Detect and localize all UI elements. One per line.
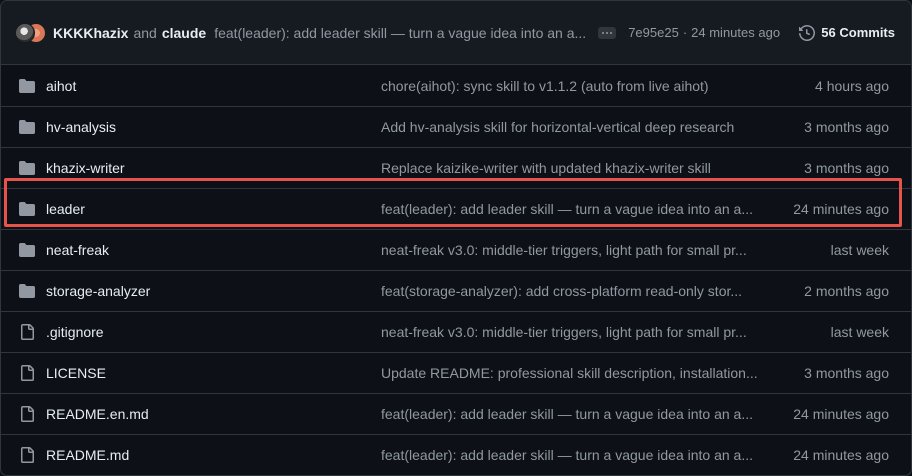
file-name-link[interactable]: .gitignore [46, 324, 381, 340]
separator: · [682, 25, 688, 40]
commits-count: 56 Commits [821, 25, 895, 40]
file-name-link[interactable]: README.en.md [46, 406, 381, 422]
file-row-khazix-writer[interactable]: khazix-writer Replace kaizike-writer with… [1, 147, 911, 188]
file-commit-time: last week [830, 324, 889, 340]
and-text: and [133, 24, 157, 41]
ellipsis-icon[interactable] [598, 26, 617, 39]
commit-time: 24 minutes ago [691, 25, 781, 40]
folder-icon [19, 243, 35, 257]
file-commit-time: 2 months ago [804, 283, 889, 299]
file-name-link[interactable]: khazix-writer [46, 160, 381, 176]
file-name-link[interactable]: aihot [46, 78, 381, 94]
file-commit-message-link[interactable]: Add hv-analysis skill for horizontal-ver… [381, 119, 767, 135]
commit-message-link[interactable]: feat(leader): add leader skill — turn a … [214, 25, 586, 41]
file-row-license[interactable]: LICENSE Update README: professional skill… [1, 352, 911, 393]
file-name-link[interactable]: storage-analyzer [46, 283, 381, 299]
file-commit-message-link[interactable]: chore(aihot): sync skill to v1.1.2 (auto… [381, 78, 767, 94]
file-row-aihot[interactable]: aihot chore(aihot): sync skill to v1.1.2 … [1, 65, 911, 106]
latest-commit-bar: KKKKhazix and claude feat(leader): add l… [1, 1, 911, 65]
file-name-link[interactable]: leader [46, 201, 381, 217]
file-commit-message-link[interactable]: feat(leader): add leader skill — turn a … [381, 201, 767, 217]
file-list: aihot chore(aihot): sync skill to v1.1.2 … [1, 65, 911, 475]
avatar[interactable] [15, 22, 35, 43]
file-row-readme-md[interactable]: README.md feat(leader): add leader skill … [1, 434, 911, 475]
author-link[interactable]: KKKKhazix [53, 25, 128, 41]
file-commit-time: 24 minutes ago [793, 201, 889, 217]
file-commit-time: 4 hours ago [815, 77, 889, 94]
file-commit-message-link[interactable]: feat(leader): add leader skill — turn a … [381, 447, 767, 463]
file-icon [21, 324, 34, 340]
repo-file-browser: KKKKhazix and claude feat(leader): add l… [0, 0, 912, 476]
file-commit-time: 24 minutes ago [793, 447, 889, 463]
folder-icon [19, 284, 35, 298]
file-icon [21, 365, 34, 381]
file-commit-message-link[interactable]: neat-freak v3.0: middle-tier triggers, l… [381, 242, 767, 258]
file-commit-message-link[interactable]: Replace kaizike-writer with updated khaz… [381, 160, 767, 176]
file-name-link[interactable]: LICENSE [46, 365, 381, 381]
folder-icon [19, 161, 35, 175]
file-name-link[interactable]: README.md [46, 447, 381, 463]
file-commit-time: 3 months ago [804, 365, 889, 381]
file-row-storage-analyzer[interactable]: storage-analyzer feat(storage-analyzer): … [1, 270, 911, 311]
file-commit-message-link[interactable]: feat(storage-analyzer): add cross-platfo… [381, 283, 767, 299]
file-commit-message-link[interactable]: feat(leader): add leader skill — turn a … [381, 406, 767, 422]
file-name-link[interactable]: hv-analysis [46, 119, 381, 135]
file-icon [21, 406, 34, 422]
file-commit-message-link[interactable]: Update README: professional skill descri… [381, 365, 767, 381]
file-row-gitignore[interactable]: .gitignore neat-freak v3.0: middle-tier t… [1, 311, 911, 352]
file-commit-time: 24 minutes ago [793, 406, 889, 422]
file-row-neat-freak[interactable]: neat-freak neat-freak v3.0: middle-tier t… [1, 229, 911, 270]
folder-icon [19, 78, 35, 93]
file-row-readme-en-md[interactable]: README.en.md feat(leader): add leader ski… [1, 393, 911, 434]
file-commit-time: 3 months ago [804, 160, 889, 176]
folder-icon [19, 202, 35, 216]
file-commit-message-link[interactable]: neat-freak v3.0: middle-tier triggers, l… [381, 324, 767, 340]
file-row-hv-analysis[interactable]: hv-analysis Add hv-analysis skill for hor… [1, 106, 911, 147]
history-icon [799, 24, 816, 41]
author-avatars[interactable] [15, 22, 47, 44]
file-icon [21, 447, 34, 463]
folder-icon [19, 120, 35, 134]
file-name-link[interactable]: neat-freak [46, 242, 381, 258]
coauthor-link[interactable]: claude [162, 25, 206, 41]
file-row-leader[interactable]: leader feat(leader): add leader skill — t… [1, 188, 911, 229]
file-commit-time: 3 months ago [804, 119, 889, 135]
commit-sha-link[interactable]: 7e95e25 [628, 25, 679, 40]
file-commit-time: last week [830, 242, 889, 258]
commits-history-link[interactable]: 56 Commits [799, 24, 895, 41]
